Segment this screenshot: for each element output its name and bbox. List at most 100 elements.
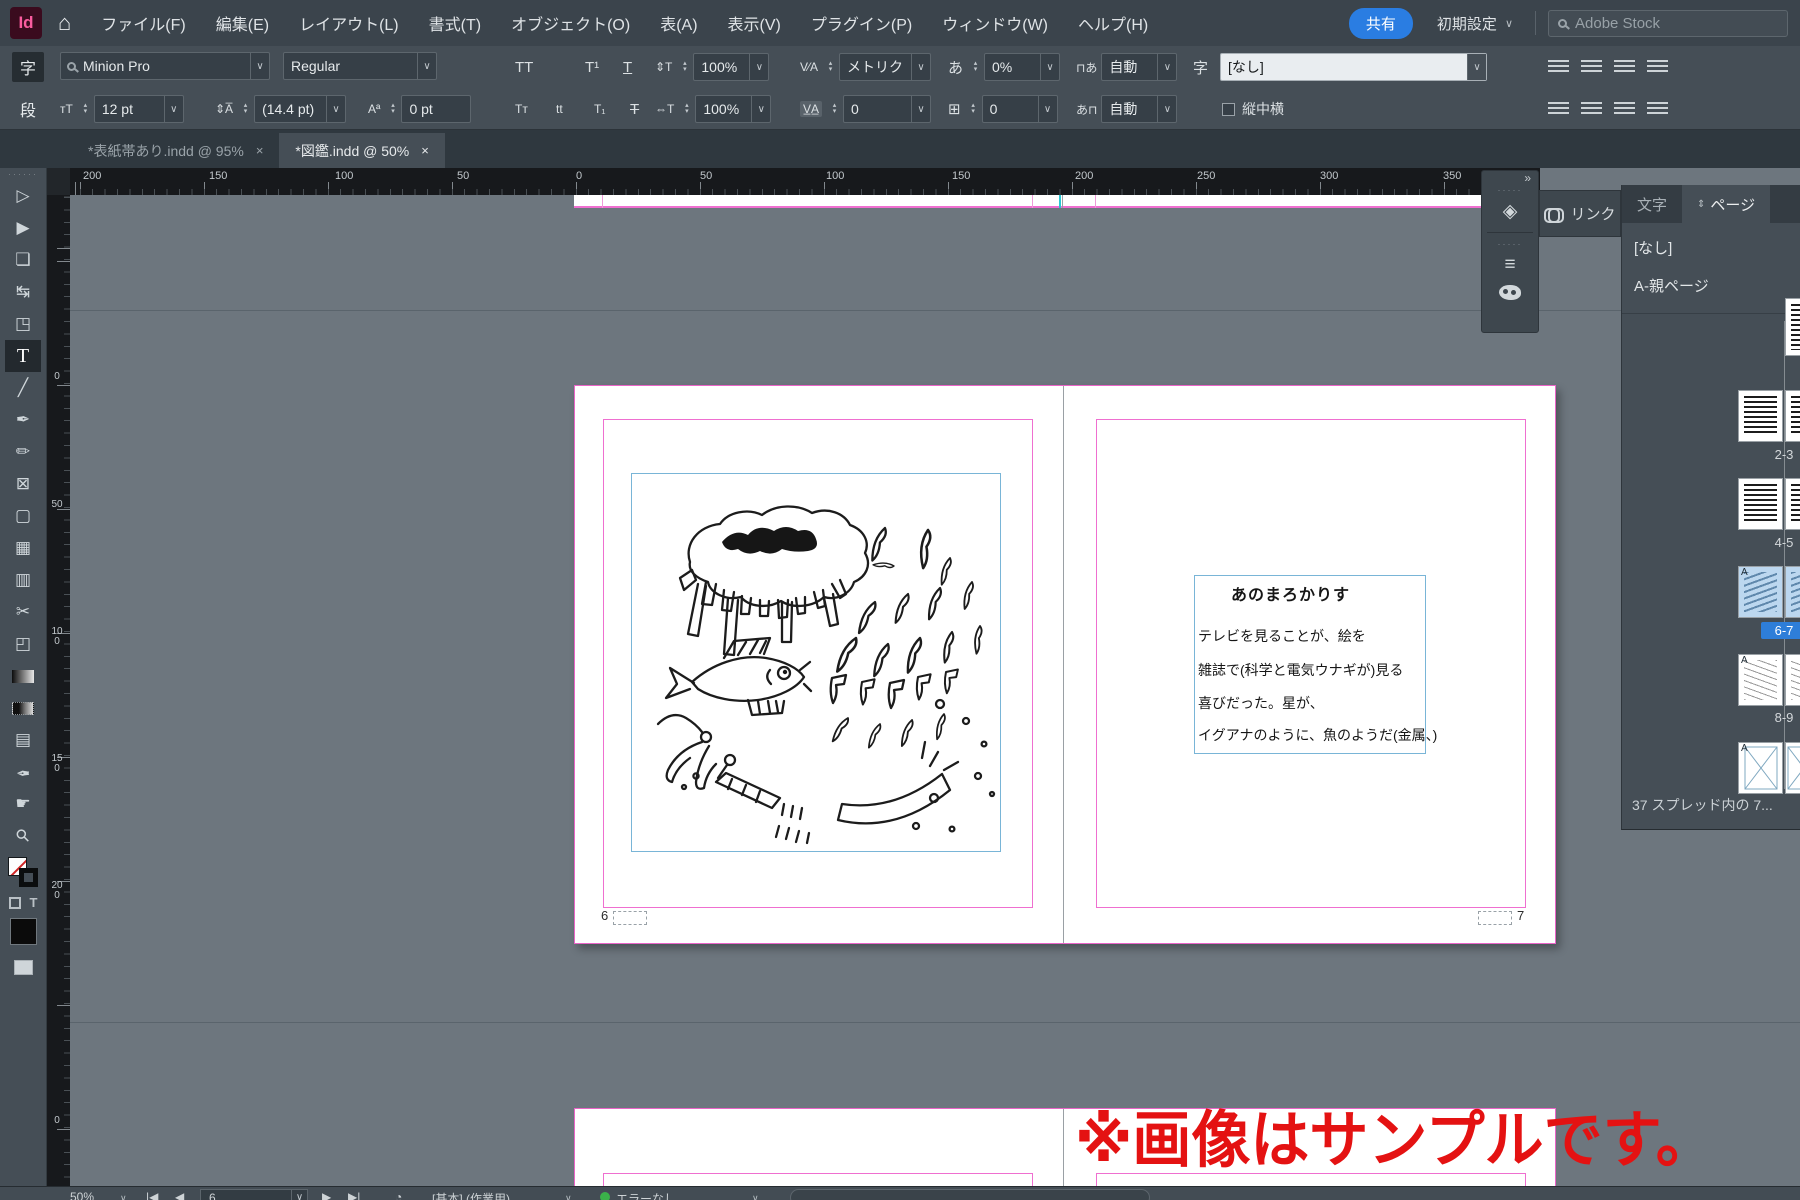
color-panel-icon[interactable] xyxy=(1499,285,1521,300)
close-icon[interactable]: × xyxy=(421,143,429,158)
share-button[interactable]: 共有 xyxy=(1349,8,1413,39)
ruler-guide[interactable] xyxy=(70,1022,1800,1023)
underline-icon[interactable]: T xyxy=(623,59,632,76)
direct-selection-tool[interactable]: ▶ xyxy=(5,212,41,244)
panel-grip[interactable]: ······ xyxy=(8,171,38,177)
rectangle-tool[interactable]: ▢ xyxy=(5,500,41,532)
subscript-icon[interactable]: T₁ xyxy=(594,102,605,116)
preflight-profile-dropdown-icon[interactable]: ∨ xyxy=(565,1193,572,1200)
gap-tool[interactable]: ↹ xyxy=(5,276,41,308)
page-thumbnail-4[interactable] xyxy=(1738,478,1783,530)
page-dropdown-icon[interactable] xyxy=(291,1190,307,1200)
page-number-field[interactable]: 6 xyxy=(200,1189,308,1200)
scissors-tool[interactable]: ✂ xyxy=(5,596,41,628)
home-icon[interactable]: ⌂ xyxy=(58,10,71,36)
char-style-combo[interactable]: [なし] xyxy=(1220,53,1487,81)
workspace-selector[interactable]: 初期設定 xyxy=(1437,13,1497,34)
paragraph-mode-button[interactable]: 段 xyxy=(12,94,44,124)
page-thumbnail-7[interactable] xyxy=(1785,566,1800,618)
page-thumbnail-3[interactable] xyxy=(1785,390,1800,442)
small-caps-icon[interactable]: Tт xyxy=(515,102,528,116)
menu-type[interactable]: 書式(T) xyxy=(429,11,481,35)
spread-6-7[interactable]: あのまろかりす テレビを見ることが、絵を 雑誌で(科学と電気ウナギが)見る 喜び… xyxy=(574,385,1556,944)
page-thumbnail-6[interactable]: A xyxy=(1738,566,1783,618)
master-a-item[interactable]: A-親ページ xyxy=(1634,275,1709,296)
text-frame[interactable]: あのまろかりす テレビを見ることが、絵を 雑誌で(科学と電気ウナギが)見る 喜び… xyxy=(1194,575,1426,754)
image-frame[interactable] xyxy=(631,473,1001,852)
preflight-status-dropdown-icon[interactable]: ∨ xyxy=(752,1193,759,1200)
kerning-dropdown-icon[interactable] xyxy=(911,54,930,80)
page-tool[interactable]: ❏ xyxy=(5,244,41,276)
selection-tool[interactable]: ▷ xyxy=(5,180,41,212)
vertical-scale-field[interactable]: 100% xyxy=(693,53,769,81)
free-transform-tool[interactable]: ◰ xyxy=(5,628,41,660)
tsume-stepper[interactable] xyxy=(969,61,982,73)
pencil-tool[interactable]: ✏ xyxy=(5,436,41,468)
page-thumbnail-5[interactable] xyxy=(1785,478,1800,530)
baseline-shift-field[interactable]: 0 pt xyxy=(401,95,471,123)
baseline-shift-stepper[interactable] xyxy=(386,103,399,115)
menu-view[interactable]: 表示(V) xyxy=(728,11,781,35)
horizontal-scale-stepper[interactable] xyxy=(680,103,693,115)
tracking-stepper[interactable] xyxy=(828,103,841,115)
grid-jidori-field[interactable]: 0 xyxy=(982,95,1058,123)
strikethrough-icon[interactable]: T xyxy=(630,101,639,118)
apply-color-swatch[interactable] xyxy=(10,918,37,945)
aki-after-field[interactable]: 自動 xyxy=(1101,95,1177,123)
justify-left-icon[interactable] xyxy=(1548,60,1569,75)
menu-layout[interactable]: レイアウト(L) xyxy=(299,11,399,35)
last-page-button[interactable]: ▶| xyxy=(348,1190,360,1200)
panel-grip[interactable]: ····· xyxy=(1498,241,1523,247)
page-thumbnail-2[interactable] xyxy=(1738,390,1783,442)
menu-edit[interactable]: 編集(E) xyxy=(216,11,269,35)
font-family-dropdown-icon[interactable] xyxy=(250,53,269,79)
tab-character[interactable]: 文字 xyxy=(1622,185,1682,223)
vertical-grid-tool[interactable]: ▥ xyxy=(5,564,41,596)
justify-full-icon[interactable] xyxy=(1647,60,1668,75)
horizontal-ruler[interactable]: 200 150 100 50 0 50 100 150 200 250 300 … xyxy=(47,168,1540,195)
open-type-icon[interactable]: tt xyxy=(556,102,563,116)
zoom-level[interactable]: 50% xyxy=(70,1190,94,1200)
spread-label[interactable]: 2-3 xyxy=(1762,447,1800,462)
horizontal-grid-tool[interactable]: ▦ xyxy=(5,532,41,564)
page-thumbnail-empty-left[interactable]: A xyxy=(1738,742,1783,794)
hand-tool[interactable]: ☛ xyxy=(5,788,41,820)
first-page-button[interactable]: |◀ xyxy=(146,1190,158,1200)
align-justify-icon[interactable] xyxy=(1647,102,1668,117)
menu-help[interactable]: ヘルプ(H) xyxy=(1078,11,1148,35)
preflight-profile[interactable]: [基本] (作業用) xyxy=(432,1190,510,1200)
close-icon[interactable]: × xyxy=(256,143,264,158)
links-panel-tab[interactable]: リンク xyxy=(1539,190,1621,237)
superscript-icon[interactable]: T¹ xyxy=(585,59,599,76)
menu-window[interactable]: ウィンドウ(W) xyxy=(942,11,1048,35)
horizontal-scale-dropdown-icon[interactable] xyxy=(751,96,770,122)
adobe-stock-search[interactable]: Adobe Stock xyxy=(1548,10,1788,37)
page-thumbnail-9[interactable] xyxy=(1785,654,1800,706)
formatting-affects-text-icon[interactable]: T xyxy=(30,895,38,910)
chevron-down-icon[interactable]: ∨ xyxy=(1505,17,1513,30)
leading-stepper[interactable] xyxy=(239,103,252,115)
font-size-dropdown-icon[interactable] xyxy=(164,96,183,122)
tracking-dropdown-icon[interactable] xyxy=(911,96,930,122)
leading-dropdown-icon[interactable] xyxy=(326,96,345,122)
zoom-tool[interactable]: ⚲ xyxy=(5,820,41,852)
fill-stroke-control[interactable] xyxy=(7,856,39,888)
master-none-item[interactable]: [なし] xyxy=(1634,237,1672,258)
align-middle-icon[interactable] xyxy=(1581,102,1602,117)
vertical-ruler[interactable]: 0 50 100 150 200 0 xyxy=(47,195,70,1200)
previous-page-button[interactable]: ◀ xyxy=(175,1190,184,1200)
justify-center-icon[interactable] xyxy=(1581,60,1602,75)
type-tool[interactable]: T xyxy=(5,340,41,372)
aki-before-dropdown-icon[interactable] xyxy=(1157,54,1176,80)
menu-file[interactable]: ファイル(F) xyxy=(101,11,185,35)
font-style-combo[interactable]: Regular xyxy=(283,52,437,80)
kerning-field[interactable]: メトリク xyxy=(839,53,931,81)
formatting-affects-container-icon[interactable] xyxy=(9,897,21,909)
page-thumbnail-empty-right[interactable] xyxy=(1785,742,1800,794)
document-tab-2[interactable]: *図鑑.indd @ 50% × xyxy=(279,133,444,168)
tab-pages[interactable]: ⇕ページ xyxy=(1682,185,1770,223)
eyedropper-tool[interactable]: ✒ xyxy=(5,756,41,788)
grid-jidori-dropdown-icon[interactable] xyxy=(1038,96,1057,122)
frame-tool[interactable]: ⊠ xyxy=(5,468,41,500)
all-caps-icon[interactable]: TT xyxy=(515,59,533,76)
